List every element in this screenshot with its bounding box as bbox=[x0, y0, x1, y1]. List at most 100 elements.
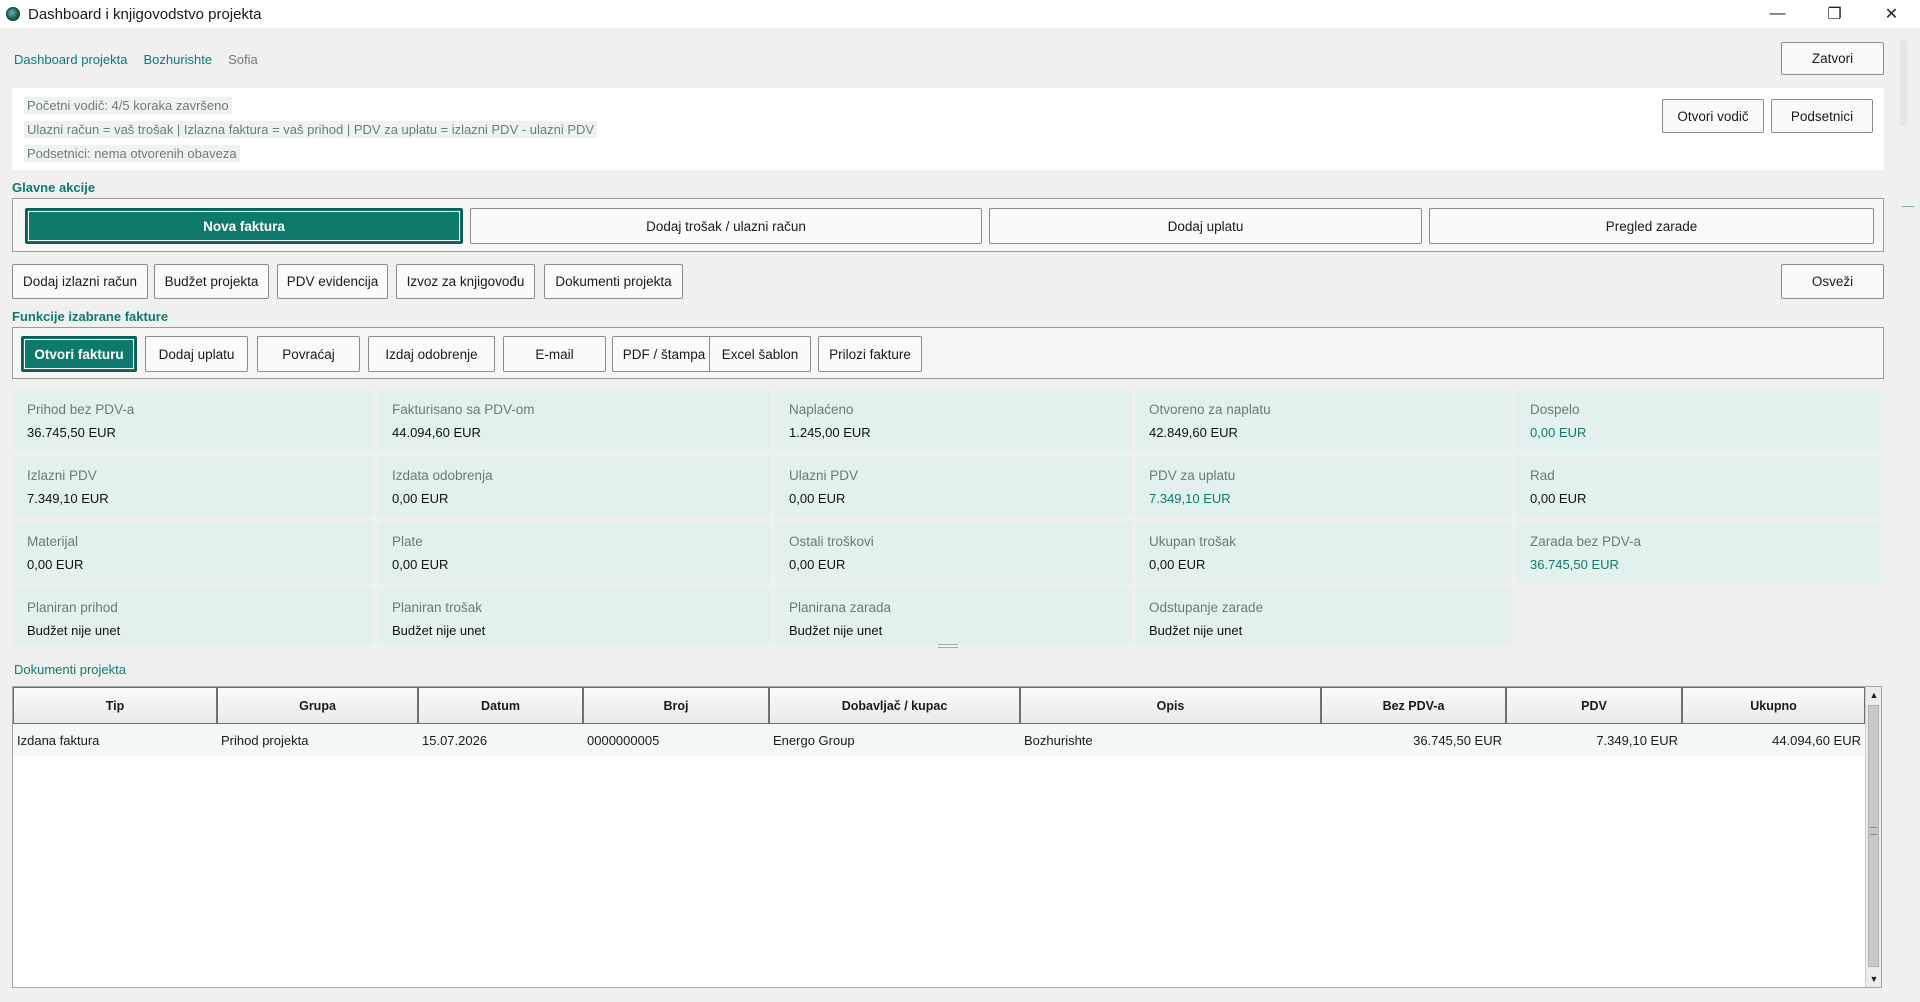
kpi-value: Budžet nije unet bbox=[27, 623, 121, 638]
project-budget-button[interactable]: Budžet projekta bbox=[154, 264, 269, 299]
kpi-label: Planiran prihod bbox=[27, 600, 118, 615]
column-header[interactable]: Bez PDV-a bbox=[1321, 687, 1506, 724]
kpi-label: Fakturisano sa PDV-om bbox=[392, 402, 535, 417]
kpi-value: 1.245,00 EUR bbox=[789, 425, 871, 440]
kpi-value: 0,00 EUR bbox=[392, 557, 449, 572]
table-row[interactable]: Izdana faktura Prihod projekta 15.07.202… bbox=[13, 724, 1865, 756]
kpi-vat-payable: PDV za uplatu 7.349,10 EUR bbox=[1135, 456, 1512, 517]
guide-progress-text: Početni vodič: 4/5 koraka završeno bbox=[24, 97, 232, 114]
kpi-planned-cost: Planiran trošak Budžet nije unet bbox=[378, 588, 771, 644]
invoice-add-payment-button[interactable]: Dodaj uplatu bbox=[145, 336, 248, 372]
kpi-label: PDV za uplatu bbox=[1149, 468, 1236, 483]
credit-note-button[interactable]: Izdaj odobrenje bbox=[368, 336, 495, 372]
new-invoice-button[interactable]: Nova faktura bbox=[25, 208, 463, 244]
kpi-material: Materijal 0,00 EUR bbox=[13, 522, 373, 583]
breadcrumb-city: Sofia bbox=[228, 52, 258, 67]
breadcrumb-project[interactable]: Bozhurishte bbox=[143, 52, 212, 67]
reminders-status-text: Podsetnici: nema otvorenih obaveza bbox=[24, 145, 240, 162]
kpi-value: 42.849,60 EUR bbox=[1149, 425, 1238, 440]
kpi-value: 0,00 EUR bbox=[1530, 425, 1587, 440]
window-scrollbar[interactable] bbox=[1888, 28, 1920, 1002]
minimize-icon[interactable]: — bbox=[1749, 0, 1806, 28]
cell-net: 36.745,50 EUR bbox=[1413, 732, 1502, 748]
kpi-label: Naplaćeno bbox=[789, 402, 854, 417]
column-header[interactable]: PDV bbox=[1506, 687, 1682, 724]
kpi-salaries: Plate 0,00 EUR bbox=[378, 522, 771, 583]
kpi-label: Dospelo bbox=[1530, 402, 1580, 417]
kpi-value: 0,00 EUR bbox=[789, 557, 846, 572]
cell-description: Bozhurishte bbox=[1024, 732, 1093, 748]
kpi-profit-deviation: Odstupanje zarade Budžet nije unet bbox=[1135, 588, 1512, 644]
excel-template-button[interactable]: Excel šablon bbox=[709, 336, 811, 372]
table-scrollbar[interactable]: ▲ ▼ bbox=[1865, 687, 1881, 987]
kpi-value: 36.745,50 EUR bbox=[1530, 557, 1619, 572]
kpi-label: Odstupanje zarade bbox=[1149, 600, 1264, 615]
kpi-overdue: Dospelo 0,00 EUR bbox=[1516, 390, 1881, 451]
scroll-down-icon[interactable]: ▼ bbox=[1866, 971, 1882, 987]
kpi-value: 44.094,60 EUR bbox=[392, 425, 481, 440]
accountant-export-button[interactable]: Izvoz za knjigovođu bbox=[396, 264, 535, 299]
kpi-value: 0,00 EUR bbox=[1149, 557, 1206, 572]
kpi-other-costs: Ostali troškovi 0,00 EUR bbox=[775, 522, 1132, 583]
main-actions-group: Nova faktura Dodaj trošak / ulazni račun… bbox=[12, 198, 1884, 252]
kpi-label: Otvoreno za naplatu bbox=[1149, 402, 1271, 417]
add-cost-button[interactable]: Dodaj trošak / ulazni račun bbox=[470, 208, 982, 244]
panel-splitter-handle[interactable] bbox=[938, 644, 958, 648]
kpi-label: Planirana zarada bbox=[789, 600, 892, 615]
column-header[interactable]: Grupa bbox=[217, 687, 418, 724]
open-guide-button[interactable]: Otvori vodič bbox=[1662, 99, 1764, 133]
breadcrumb-dashboard[interactable]: Dashboard projekta bbox=[14, 52, 127, 67]
reminders-button[interactable]: Podsetnici bbox=[1771, 99, 1873, 133]
documents-title: Dokumenti projekta bbox=[14, 662, 126, 677]
kpi-issued-credit-notes: Izdata odobrenja 0,00 EUR bbox=[378, 456, 771, 517]
main-content: Dashboard projekta Bozhurishte Sofia Zat… bbox=[0, 28, 1888, 1002]
project-documents-button[interactable]: Dokumenti projekta bbox=[544, 264, 683, 299]
close-button[interactable]: Zatvori bbox=[1781, 42, 1884, 75]
app-logo-icon bbox=[6, 7, 20, 21]
kpi-label: Prihod bez PDV-a bbox=[27, 402, 135, 417]
kpi-input-vat: Ulazni PDV 0,00 EUR bbox=[775, 456, 1132, 517]
kpi-planned-revenue: Planiran prihod Budžet nije unet bbox=[13, 588, 373, 644]
close-icon[interactable]: ✕ bbox=[1863, 0, 1920, 28]
scrollbar-thumb[interactable] bbox=[1868, 705, 1879, 967]
column-header[interactable]: Dobavljač / kupac bbox=[769, 687, 1020, 724]
restore-icon[interactable]: ❐ bbox=[1806, 0, 1863, 28]
pdf-print-button[interactable]: PDF / štampa bbox=[612, 336, 716, 372]
profit-review-button[interactable]: Pregled zarade bbox=[1429, 208, 1874, 244]
kpi-label: Ukupan trošak bbox=[1149, 534, 1237, 549]
kpi-label: Izdata odobrenja bbox=[392, 468, 493, 483]
open-invoice-button[interactable]: Otvori fakturu bbox=[21, 336, 137, 372]
title-bar: Dashboard i knjigovodstvo projekta — ❐ ✕ bbox=[0, 0, 1920, 28]
vat-records-button[interactable]: PDV evidencija bbox=[277, 264, 388, 299]
info-panel: Početni vodič: 4/5 koraka završeno Ulazn… bbox=[12, 88, 1884, 170]
scrollbar-thumb[interactable] bbox=[1900, 40, 1907, 126]
kpi-planned-profit: Planirana zarada Budžet nije unet bbox=[775, 588, 1132, 644]
scroll-up-icon[interactable]: ▲ bbox=[1866, 687, 1882, 703]
column-header[interactable]: Ukupno bbox=[1682, 687, 1865, 724]
column-header[interactable]: Datum bbox=[418, 687, 583, 724]
add-payment-button[interactable]: Dodaj uplatu bbox=[989, 208, 1422, 244]
kpi-value: 7.349,10 EUR bbox=[1149, 491, 1231, 506]
email-button[interactable]: E-mail bbox=[503, 336, 606, 372]
kpi-revenue-net: Prihod bez PDV-a 36.745,50 EUR bbox=[13, 390, 373, 451]
main-actions-title: Glavne akcije bbox=[12, 180, 96, 195]
kpi-label: Izlazni PDV bbox=[27, 468, 97, 483]
column-header[interactable]: Opis bbox=[1020, 687, 1321, 724]
column-header[interactable]: Broj bbox=[583, 687, 769, 724]
refund-button[interactable]: Povraćaj bbox=[257, 336, 360, 372]
refresh-button[interactable]: Osveži bbox=[1781, 264, 1884, 299]
window-controls: — ❐ ✕ bbox=[1749, 0, 1920, 28]
kpi-value: 7.349,10 EUR bbox=[27, 491, 109, 506]
invoice-functions-group: Otvori fakturu Dodaj uplatu Povraćaj Izd… bbox=[12, 327, 1884, 379]
kpi-value: 36.745,50 EUR bbox=[27, 425, 116, 440]
kpi-value: 0,00 EUR bbox=[1530, 491, 1587, 506]
kpi-open-for-collection: Otvoreno za naplatu 42.849,60 EUR bbox=[1135, 390, 1512, 451]
column-header[interactable]: Tip bbox=[13, 687, 217, 724]
table-header: Tip Grupa Datum Broj Dobavljač / kupac O… bbox=[13, 687, 1865, 724]
invoice-attachments-button[interactable]: Prilozi fakture bbox=[818, 336, 922, 372]
cell-vat: 7.349,10 EUR bbox=[1596, 732, 1678, 748]
kpi-label: Ostali troškovi bbox=[789, 534, 874, 549]
kpi-value: 0,00 EUR bbox=[27, 557, 84, 572]
kpi-label: Planiran trošak bbox=[392, 600, 483, 615]
add-outgoing-invoice-button[interactable]: Dodaj izlazni račun bbox=[12, 264, 148, 299]
